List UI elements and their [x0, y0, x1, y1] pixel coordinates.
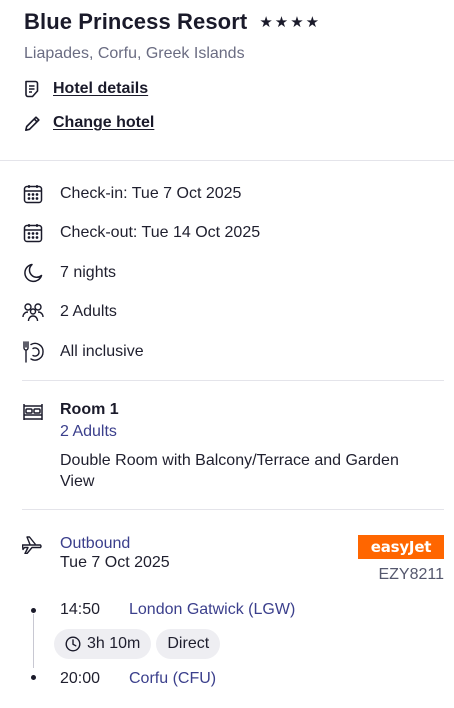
star-icon: ★ [274, 14, 289, 31]
stops-text: Direct [167, 634, 210, 652]
star-rating: ★ ★ ★ ★ [259, 13, 319, 31]
guests-text: 2 Adults [60, 303, 117, 321]
check-out-row: Check-out: Tue 14 Oct 2025 [22, 214, 432, 254]
guests-row: 2 Adults [22, 293, 432, 333]
check-in-row: Check-in: Tue 7 Oct 2025 [22, 174, 432, 214]
change-hotel-label[interactable]: Change hotel [53, 114, 154, 132]
room-body: Room 1 2 Adults Double Room with Balcony… [60, 401, 432, 509]
pencil-icon [24, 113, 42, 133]
hotel-title-row: Blue Princess Resort ★ ★ ★ ★ [24, 8, 430, 36]
stops-chip: Direct [156, 628, 221, 659]
timeline-line [33, 613, 34, 668]
arrival-place: Corfu (CFU) [129, 669, 217, 687]
change-hotel-link[interactable]: Change hotel [24, 113, 430, 133]
booking-details: Check-in: Tue 7 Oct 2025 Check-out: Tue … [0, 161, 454, 372]
cutlery-icon [22, 341, 44, 363]
departure-dot [31, 607, 36, 613]
flight-number: EZY8211 [378, 565, 444, 583]
nights-text: 7 nights [60, 263, 117, 281]
arrival-time: 20:00 [60, 669, 101, 687]
duration-text: 3h 10m [87, 634, 141, 652]
check-in-text: Check-in: Tue 7 Oct 2025 [60, 184, 242, 202]
people-icon [22, 301, 44, 323]
room-guests: 2 Adults [60, 422, 117, 440]
hotel-details-label[interactable]: Hotel details [53, 80, 148, 98]
flight-header: Outbound Tue 7 Oct 2025 easyJet EZY8211 [21, 534, 444, 584]
flight-timeline: 14:50 London Gatwick (LGW) 3h 10m Direct… [22, 600, 444, 689]
hotel-name: Blue Princess Resort [24, 9, 248, 34]
clock-icon [65, 635, 81, 652]
calendar-icon [22, 183, 44, 205]
bed-icon [22, 402, 44, 422]
flight-section: Outbound Tue 7 Oct 2025 easyJet EZY8211 … [0, 510, 454, 689]
nights-row: 7 nights [22, 253, 432, 293]
flight-date: Tue 7 Oct 2025 [60, 553, 170, 571]
star-icon: ★ [305, 14, 320, 31]
hotel-header: Blue Princess Resort ★ ★ ★ ★ Liapades, C… [0, 0, 454, 133]
flight-chips: 3h 10m Direct [54, 628, 444, 659]
room-title: Room 1 [60, 400, 119, 418]
departure-time: 14:50 [60, 600, 101, 618]
moon-icon [22, 262, 44, 284]
document-icon [24, 79, 42, 99]
star-icon: ★ [259, 14, 273, 31]
departure-row: 14:50 London Gatwick (LGW) [60, 600, 444, 620]
hotel-details-link[interactable]: Hotel details [24, 79, 430, 99]
carrier-info: easyJet EZY8211 [358, 534, 444, 584]
room-section: Room 1 2 Adults Double Room with Balcony… [0, 381, 454, 509]
flight-info: Outbound Tue 7 Oct 2025 [60, 535, 358, 584]
flight-direction: Outbound [60, 534, 131, 552]
arrival-row: 20:00 Corfu (CFU) [60, 669, 444, 689]
board-text: All inclusive [60, 342, 144, 360]
hotel-location: Liapades, Corfu, Greek Islands [24, 45, 245, 62]
board-row: All inclusive [22, 332, 432, 372]
room-type: Double Room with Balcony/Terrace and Gar… [60, 451, 399, 490]
departure-place: London Gatwick (LGW) [129, 600, 296, 618]
check-out-text: Check-out: Tue 14 Oct 2025 [60, 224, 261, 242]
duration-chip: 3h 10m [54, 628, 152, 659]
arrival-dot [31, 674, 36, 680]
airline-logo: easyJet [358, 534, 444, 559]
calendar-icon [22, 222, 44, 244]
plane-icon [21, 535, 44, 556]
star-icon: ★ [290, 14, 304, 31]
